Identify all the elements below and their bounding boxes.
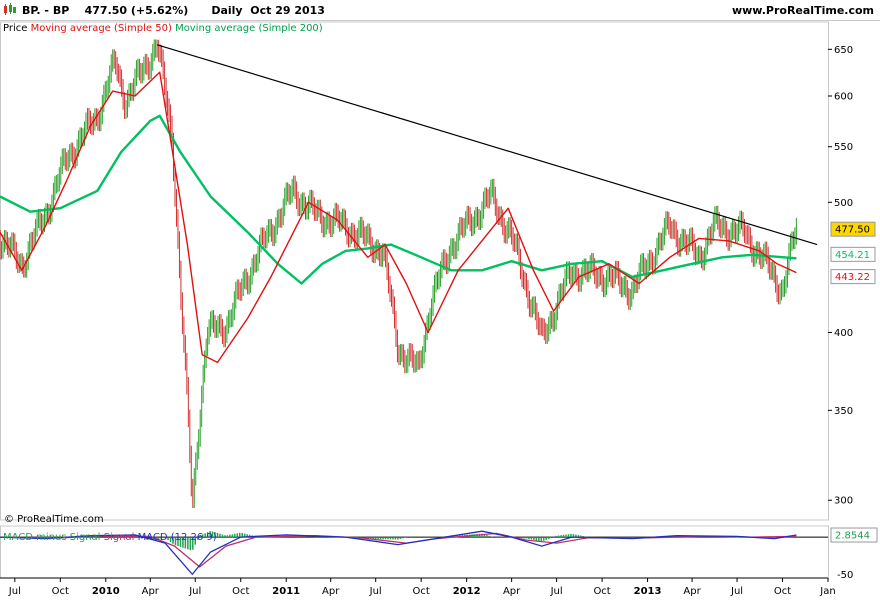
legend-price: Price xyxy=(3,23,28,34)
y-tick-label: 400 xyxy=(834,328,853,339)
x-tick-label: Jul xyxy=(8,586,21,597)
y-tick-label: 600 xyxy=(834,91,853,102)
legend-macd-hist: MACD minus Signal xyxy=(3,532,101,543)
x-tick-label: Oct xyxy=(413,586,430,597)
x-tick-label: Apr xyxy=(142,586,160,597)
copyright: © ProRealTime.com xyxy=(4,514,104,525)
period: Daily xyxy=(211,4,243,17)
legend-macd: MACD (12 26 9) xyxy=(137,532,217,543)
candlestick-logo-icon xyxy=(4,3,16,15)
x-tick-label: Oct xyxy=(232,586,249,597)
legend-signal: Signal xyxy=(103,532,135,543)
y-tick-label: 550 xyxy=(834,142,853,153)
trendline xyxy=(157,44,818,246)
x-tick-label: 2010 xyxy=(92,586,120,597)
last-price: 477.50 (+5.62%) xyxy=(84,4,189,17)
x-tick-label: Apr xyxy=(503,586,521,597)
quote-date: Oct 29 2013 xyxy=(250,4,325,17)
x-axis: Jul Oct 2010 Apr Jul Oct 2011 Apr Jul Oct 2012 Apr J… xyxy=(0,577,836,597)
y-tick-label: 300 xyxy=(834,496,853,507)
ma200-line xyxy=(0,114,797,285)
title-bar: BP. - BP 477.50 (+5.62%) Daily Oct 29 20… xyxy=(0,0,880,21)
last-value-text: 477.50 xyxy=(835,225,870,236)
chart-canvas[interactable]: 650 600 550 500 400 350 300 477.50 454.21 443.22… xyxy=(0,0,880,600)
x-tick-label: Jan xyxy=(819,586,835,597)
x-tick-label: Apr xyxy=(683,586,701,597)
x-tick-label: Jul xyxy=(730,586,743,597)
x-tick-label: 2011 xyxy=(272,586,300,597)
macd-last-value: 2.8544 xyxy=(835,531,870,542)
y-tick-label: 650 xyxy=(834,45,853,56)
price-bars xyxy=(0,39,797,509)
legend-ma200: Moving average (Simple 200) xyxy=(175,23,323,34)
y-tick-label: 350 xyxy=(834,406,853,417)
x-tick-label: Oct xyxy=(52,586,69,597)
x-tick-label: Jul xyxy=(369,586,382,597)
site-link[interactable]: www.ProRealTime.com xyxy=(732,4,874,17)
last-value-badges: 477.50 454.21 443.22 xyxy=(830,221,876,285)
x-tick-label: Apr xyxy=(322,586,340,597)
y-tick-label: 500 xyxy=(834,198,853,209)
price-lines xyxy=(0,44,818,364)
x-tick-label: Jul xyxy=(550,586,563,597)
last-value-text: 454.21 xyxy=(835,250,870,261)
legend-ma50: Moving average (Simple 50) xyxy=(30,23,172,34)
macd-y-tick-label: -50 xyxy=(837,570,853,581)
macd-legend: MACD minus Signal Signal MACD (12 26 9) xyxy=(3,532,217,543)
last-value-text: 443.22 xyxy=(835,272,870,283)
ma50-line xyxy=(0,71,797,364)
x-tick-label: 2012 xyxy=(453,586,481,597)
price-legend: Price Moving average (Simple 50) Moving … xyxy=(3,23,323,34)
x-tick-label: Oct xyxy=(593,586,610,597)
ticker-symbol: BP. - BP xyxy=(22,4,70,17)
ticker-info: BP. - BP 477.50 (+5.62%) Daily Oct 29 20… xyxy=(22,4,325,17)
x-tick-label: 2013 xyxy=(634,586,662,597)
x-tick-label: Oct xyxy=(774,586,791,597)
x-tick-label: Jul xyxy=(188,586,201,597)
